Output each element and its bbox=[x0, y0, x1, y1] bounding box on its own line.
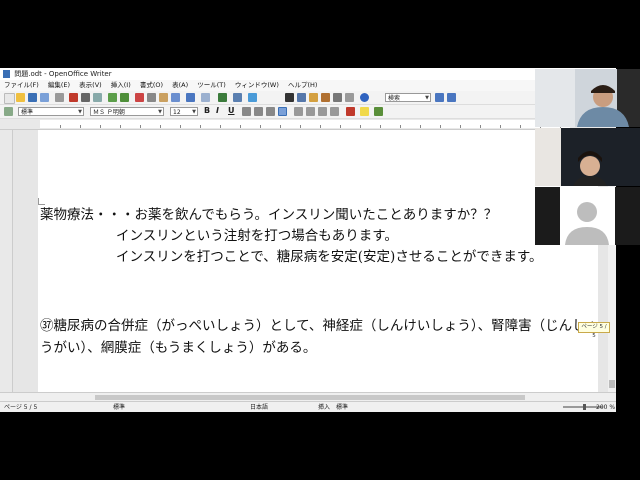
formatting-marks-icon[interactable] bbox=[333, 93, 342, 102]
copy-icon[interactable] bbox=[147, 93, 156, 102]
document-area[interactable]: 薬物療法・・・お薬を飲んでもらう。インスリン聞いたことありますか？？ インスリン… bbox=[13, 130, 608, 392]
menu-view[interactable]: 表示(V) bbox=[79, 81, 102, 89]
edit-file-icon[interactable] bbox=[55, 93, 64, 102]
increase-indent-icon[interactable] bbox=[330, 107, 339, 116]
document-line[interactable]: インスリンを打つことで、糖尿病を安定(安定)させることができます。 bbox=[116, 248, 542, 266]
document-page[interactable]: 薬物療法・・・お薬を飲んでもらう。インスリン聞いたことありますか？？ インスリン… bbox=[38, 130, 599, 392]
open-folder-icon[interactable] bbox=[16, 93, 25, 102]
document-line[interactable]: インスリンという注射を打つ場合もあります。 bbox=[116, 227, 398, 245]
document-line[interactable]: うがい）、網膜症（もうまくしょう）がある。 bbox=[40, 339, 316, 357]
find-input[interactable]: 検索 ▼ bbox=[385, 93, 431, 102]
title-bar: 問題.odt - OpenOffice Writer bbox=[0, 68, 616, 80]
document-line[interactable]: ㊲糖尿病の合併症（がっぺいしょう）として、神経症（しんけいしょう）、腎障害（じん… bbox=[40, 317, 599, 335]
underline-button[interactable]: U bbox=[228, 106, 235, 115]
spellcheck-icon[interactable] bbox=[108, 93, 117, 102]
menu-window[interactable]: ウィンドウ(W) bbox=[235, 81, 279, 89]
status-page: ページ 5 / 5 bbox=[4, 404, 38, 411]
hyperlink-icon[interactable] bbox=[218, 93, 227, 102]
status-language: 日本語 bbox=[250, 404, 269, 411]
gallery-icon[interactable] bbox=[309, 93, 318, 102]
standard-toolbar: 検索 ▼ bbox=[0, 91, 616, 105]
styles-formatting-icon[interactable] bbox=[4, 107, 13, 116]
highlighting-icon[interactable] bbox=[360, 107, 369, 116]
new-document-icon[interactable] bbox=[4, 93, 15, 104]
font-color-icon[interactable] bbox=[346, 107, 355, 116]
font-name-select[interactable]: ＭＳ Ｐ明朝 ▼ bbox=[90, 107, 164, 116]
font-name-value: ＭＳ Ｐ明朝 bbox=[93, 109, 125, 116]
justify-icon[interactable] bbox=[278, 107, 287, 116]
cut-icon[interactable] bbox=[135, 93, 144, 102]
menu-help[interactable]: ヘルプ(H) bbox=[288, 81, 317, 89]
vertical-ruler[interactable] bbox=[0, 130, 13, 392]
menu-table[interactable]: 表(A) bbox=[172, 81, 188, 89]
auto-spellcheck-icon[interactable] bbox=[120, 93, 129, 102]
menu-tools[interactable]: ツール(T) bbox=[197, 81, 226, 89]
chevron-down-icon: ▼ bbox=[78, 109, 82, 115]
menu-file[interactable]: ファイル(F) bbox=[4, 81, 39, 89]
find-placeholder: 検索 bbox=[388, 95, 401, 102]
align-right-icon[interactable] bbox=[266, 107, 275, 116]
status-bar: ページ 5 / 5 標準 日本語 挿入 標準 200 % bbox=[0, 401, 616, 412]
align-center-icon[interactable] bbox=[254, 107, 263, 116]
status-page-style: 標準 bbox=[113, 404, 126, 411]
redo-icon[interactable] bbox=[201, 93, 210, 102]
menu-edit[interactable]: 編集(E) bbox=[48, 81, 70, 89]
video-participant-tile[interactable] bbox=[535, 187, 640, 245]
find-replace-icon[interactable] bbox=[285, 93, 294, 102]
find-next-icon[interactable] bbox=[447, 93, 456, 102]
status-selection-mode[interactable]: 標準 bbox=[336, 402, 348, 412]
text-boundary-mark bbox=[38, 198, 45, 205]
show-draw-functions-icon[interactable] bbox=[248, 93, 257, 102]
italic-button[interactable]: I bbox=[216, 106, 219, 115]
page-preview-icon[interactable] bbox=[93, 93, 102, 102]
zoom-icon[interactable] bbox=[345, 93, 354, 102]
writer-window: 問題.odt - OpenOffice Writer ファイル(F) 編集(E)… bbox=[0, 68, 616, 412]
paste-icon[interactable] bbox=[159, 93, 168, 102]
participant-video-image bbox=[535, 128, 640, 186]
export-pdf-icon[interactable] bbox=[69, 93, 78, 102]
bold-button[interactable]: B bbox=[204, 106, 210, 115]
vertical-scroll-thumb[interactable] bbox=[609, 380, 615, 388]
paragraph-style-select[interactable]: 標準 ▼ bbox=[18, 107, 84, 116]
navigator-icon[interactable] bbox=[297, 93, 306, 102]
align-left-icon[interactable] bbox=[242, 107, 251, 116]
chevron-down-icon: ▼ bbox=[192, 109, 196, 115]
horizontal-scroll-thumb[interactable] bbox=[95, 395, 525, 400]
chevron-down-icon: ▼ bbox=[425, 95, 429, 101]
font-size-value: 12 bbox=[173, 109, 181, 116]
save-icon[interactable] bbox=[28, 93, 37, 102]
status-insert-mode[interactable]: 挿入 bbox=[318, 402, 330, 412]
document-icon bbox=[3, 70, 10, 78]
chevron-down-icon: ▼ bbox=[158, 109, 162, 115]
decrease-indent-icon[interactable] bbox=[318, 107, 327, 116]
clone-formatting-icon[interactable] bbox=[171, 93, 180, 102]
page-number-tooltip: ページ 5 / 5 bbox=[578, 322, 610, 339]
data-sources-icon[interactable] bbox=[321, 93, 330, 102]
formatting-toolbar: 標準 ▼ ＭＳ Ｐ明朝 ▼ 12 ▼ B I U bbox=[0, 105, 616, 119]
paragraph-style-value: 標準 bbox=[21, 109, 34, 116]
email-icon[interactable] bbox=[40, 93, 49, 102]
window-title: 問題.odt - OpenOffice Writer bbox=[14, 70, 112, 78]
background-color-icon[interactable] bbox=[374, 107, 383, 116]
avatar-placeholder-icon bbox=[535, 187, 640, 245]
numbering-icon[interactable] bbox=[294, 107, 303, 116]
help-icon[interactable] bbox=[360, 93, 369, 102]
video-participant-tile[interactable] bbox=[535, 69, 640, 127]
menu-insert[interactable]: 挿入(I) bbox=[111, 81, 131, 89]
print-icon[interactable] bbox=[81, 93, 90, 102]
status-zoom[interactable]: 200 % bbox=[596, 402, 615, 412]
bullets-icon[interactable] bbox=[306, 107, 315, 116]
font-size-select[interactable]: 12 ▼ bbox=[170, 107, 198, 116]
video-participant-tile[interactable] bbox=[535, 128, 640, 186]
find-previous-icon[interactable] bbox=[435, 93, 444, 102]
table-icon[interactable] bbox=[233, 93, 242, 102]
zoom-slider-handle[interactable] bbox=[583, 404, 586, 410]
participant-video-image bbox=[535, 69, 640, 127]
menu-bar: ファイル(F) 編集(E) 表示(V) 挿入(I) 書式(O) 表(A) ツール… bbox=[0, 80, 616, 91]
undo-icon[interactable] bbox=[186, 93, 195, 102]
menu-format[interactable]: 書式(O) bbox=[140, 81, 163, 89]
document-line[interactable]: 薬物療法・・・お薬を飲んでもらう。インスリン聞いたことありますか？？ bbox=[40, 206, 497, 224]
horizontal-ruler[interactable] bbox=[0, 119, 616, 130]
